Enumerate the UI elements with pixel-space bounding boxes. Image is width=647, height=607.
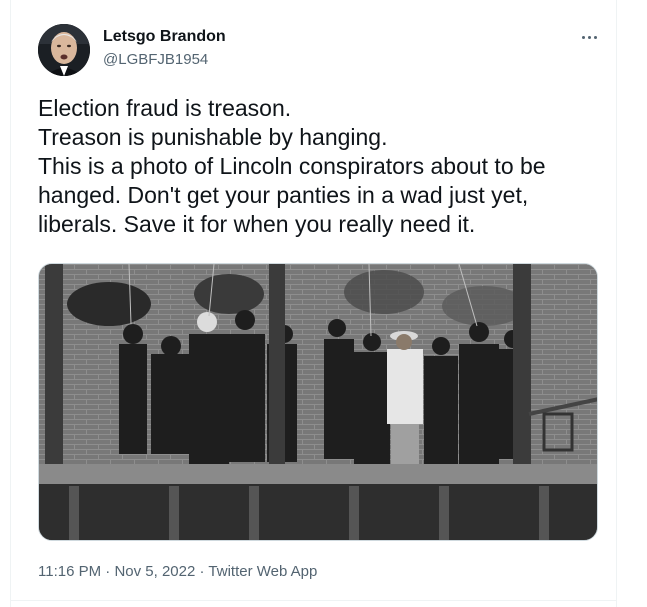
historical-photo-icon <box>39 264 597 540</box>
more-options-button[interactable] <box>574 26 604 48</box>
ellipsis-icon <box>593 35 597 39</box>
tweet-text-line: hanged. Don't get your panties in a wad … <box>38 182 529 208</box>
tweet-bottom-divider <box>10 600 616 601</box>
avatar[interactable] <box>38 24 90 76</box>
tweet-photo[interactable] <box>38 263 598 541</box>
tweet-text: Election fraud is treason. Treason is pu… <box>38 94 604 239</box>
tweet-source[interactable]: Twitter Web App <box>208 563 317 580</box>
profile-photo-icon <box>38 24 90 76</box>
timeline-right-border <box>616 0 617 607</box>
tweet-metadata: 11:16 PM · Nov 5, 2022 · Twitter Web App <box>38 563 317 580</box>
ellipsis-icon <box>587 35 591 39</box>
author-handle[interactable]: @LGBFJB1954 <box>103 51 208 68</box>
separator-dot: · <box>199 563 205 580</box>
author-display-name[interactable]: Letsgo Brandon <box>103 28 226 46</box>
tweet-text-line: liberals. Save it for when you really ne… <box>38 211 476 237</box>
tweet-text-line: Election fraud is treason. <box>38 95 292 121</box>
tweet-text-line: This is a photo of Lincoln conspirators … <box>38 153 546 179</box>
tweet-time[interactable]: 11:16 PM <box>38 563 101 580</box>
tweet-text-line: Treason is punishable by hanging. <box>38 124 388 150</box>
ellipsis-icon <box>581 35 585 39</box>
separator-dot: · <box>105 563 111 580</box>
timeline-left-border <box>10 0 11 607</box>
tweet-date[interactable]: Nov 5, 2022 <box>114 563 195 580</box>
